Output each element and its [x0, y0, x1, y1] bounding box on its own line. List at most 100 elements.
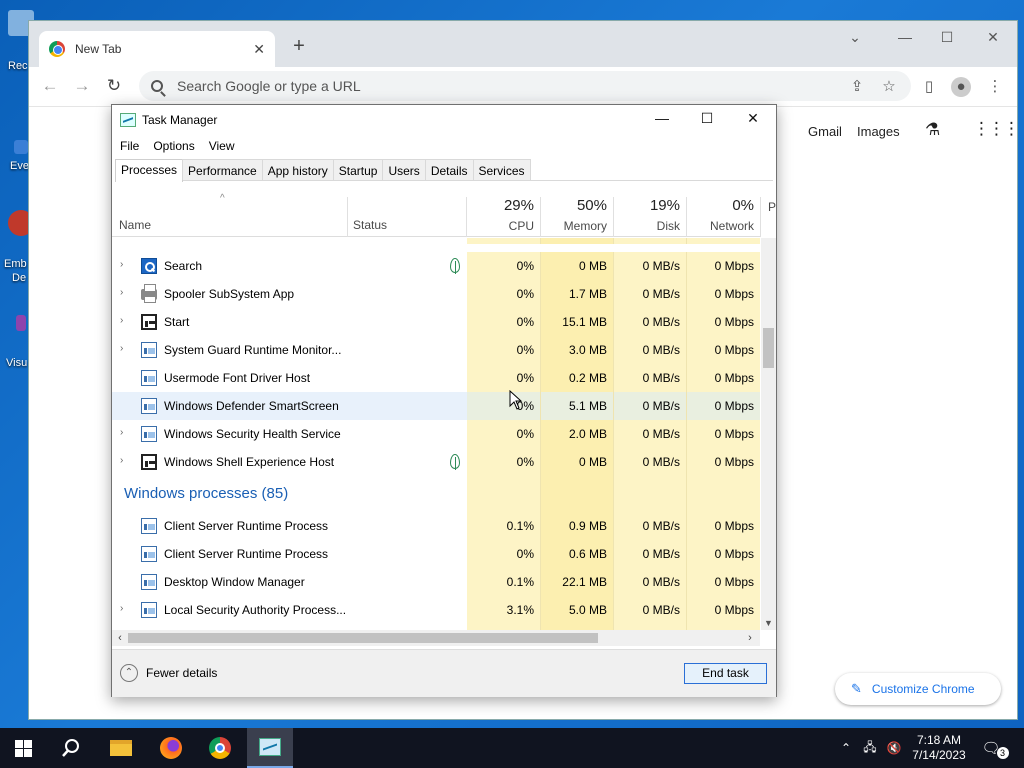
- expand-chevron-icon[interactable]: ›: [120, 455, 128, 466]
- back-icon[interactable]: ←: [37, 73, 63, 99]
- search-icon: [62, 739, 79, 757]
- minimize-icon[interactable]: —: [893, 29, 917, 45]
- search-taskbar-button[interactable]: [48, 728, 94, 768]
- network-value: 0 Mbps: [686, 308, 760, 336]
- disk-value: 0 MB/s: [613, 392, 686, 420]
- expand-chevron-icon[interactable]: ›: [120, 315, 128, 326]
- reload-icon[interactable]: ↻: [101, 73, 127, 99]
- app-window-icon: [141, 426, 157, 442]
- expand-chevron-icon[interactable]: ›: [120, 427, 128, 438]
- tab-performance[interactable]: Performance: [182, 159, 263, 180]
- menu-file[interactable]: File: [120, 139, 139, 153]
- images-link[interactable]: Images: [857, 124, 900, 139]
- group-header-windows-processes[interactable]: Windows processes (85): [112, 476, 760, 512]
- show-hidden-icons[interactable]: ⌃: [838, 728, 854, 768]
- desktop-icon-event[interactable]: Eve: [0, 130, 30, 172]
- process-name: Usermode Font Driver Host: [164, 371, 311, 385]
- desktop-icon-visual[interactable]: Visu: [0, 315, 30, 369]
- maximize-icon[interactable]: ☐: [697, 110, 717, 127]
- minimize-icon[interactable]: —: [652, 110, 672, 126]
- process-name: Local Security Authority Process...: [164, 603, 347, 617]
- new-tab-button[interactable]: +: [287, 35, 311, 58]
- process-row[interactable]: Windows Defender SmartScreen 0% 5.1 MB 0 MB…: [112, 392, 760, 420]
- horizontal-scroll-thumb[interactable]: [128, 633, 598, 643]
- firefox-icon: [160, 737, 182, 759]
- close-tab-icon[interactable]: ✕: [253, 41, 265, 58]
- profile-avatar-icon[interactable]: ●: [951, 77, 971, 97]
- expand-chevron-icon[interactable]: ›: [120, 603, 128, 614]
- process-row[interactable]: Client Server Runtime Process 0.1% 0.9 MB 0…: [112, 512, 760, 540]
- tab-users[interactable]: Users: [382, 159, 426, 180]
- process-row[interactable]: › Spooler SubSystem App 0% 1.7 MB 0 MB/s 0 Mb…: [112, 280, 760, 308]
- tab-app-history[interactable]: App history: [261, 159, 334, 180]
- bookmark-star-icon[interactable]: ☆: [879, 77, 899, 97]
- column-memory[interactable]: 50% Memory: [540, 183, 613, 237]
- chrome-titlebar: New Tab ✕ + ⌄ — ☐ ✕: [29, 21, 1017, 67]
- vertical-scrollbar[interactable]: ▼: [761, 238, 776, 630]
- firefox-button[interactable]: [148, 728, 194, 768]
- network-icon[interactable]: 🖧: [860, 728, 880, 768]
- memory-value: 3.0 MB: [540, 336, 613, 364]
- omnibox[interactable]: Search Google or type a URL: [139, 71, 911, 101]
- process-row[interactable]: › Search 0% 0 MB 0 MB/s 0 Mbps: [112, 252, 760, 280]
- process-row[interactable]: › Start 0% 15.1 MB 0 MB/s 0 Mbps: [112, 308, 760, 336]
- process-row[interactable]: › Windows Shell Experience Host 0% 0 MB 0 MB…: [112, 448, 760, 476]
- share-icon[interactable]: ⇪: [847, 77, 867, 97]
- scroll-left-icon[interactable]: ‹: [112, 630, 128, 646]
- process-row[interactable]: › System Guard Runtime Monitor... 0% 3.0 MB…: [112, 336, 760, 364]
- memory-value: 0.9 MB: [540, 512, 613, 540]
- side-panel-icon[interactable]: ▯: [919, 77, 939, 97]
- column-cpu[interactable]: 29% CPU: [467, 183, 540, 237]
- menu-view[interactable]: View: [209, 139, 235, 153]
- tab-services[interactable]: Services: [472, 159, 531, 180]
- process-row[interactable]: Desktop Window Manager 0.1% 22.1 MB 0 MB/s 0…: [112, 568, 760, 596]
- process-row[interactable]: Usermode Font Driver Host 0% 0.2 MB 0 MB/s 0…: [112, 364, 760, 392]
- scroll-right-icon[interactable]: ›: [742, 630, 758, 646]
- column-name[interactable]: Name: [119, 218, 151, 232]
- process-row[interactable]: Client Server Runtime Process 0% 0.6 MB 0 M…: [112, 540, 760, 568]
- column-disk[interactable]: 19% Disk: [613, 183, 686, 237]
- end-task-button[interactable]: End task: [684, 663, 767, 684]
- customize-chrome-button[interactable]: ✎ Customize Chrome: [835, 673, 1001, 705]
- column-status[interactable]: Status: [353, 218, 387, 232]
- vertical-scroll-thumb[interactable]: [763, 328, 774, 368]
- column-power-truncated[interactable]: P: [768, 200, 776, 214]
- disk-value: 0 MB/s: [613, 336, 686, 364]
- clock[interactable]: 7:18 AM 7/14/2023: [905, 733, 973, 763]
- process-row[interactable]: › Local Security Authority Process... 3.1%…: [112, 596, 760, 624]
- desktop-icon-recycle[interactable]: Rec: [0, 10, 34, 72]
- tab-details[interactable]: Details: [424, 159, 474, 180]
- fewer-details-link[interactable]: ⌃ Fewer details: [120, 664, 217, 682]
- column-network[interactable]: 0% Network: [686, 183, 760, 237]
- tab-processes[interactable]: Processes: [115, 159, 184, 182]
- scroll-down-icon[interactable]: ▼: [761, 618, 776, 628]
- cpu-value: 0.1%: [467, 568, 540, 596]
- process-name: Windows Defender SmartScreen: [164, 399, 339, 413]
- chrome-tab-new-tab[interactable]: New Tab ✕: [39, 31, 275, 67]
- forward-icon[interactable]: →: [69, 73, 95, 99]
- network-value: 0 Mbps: [686, 252, 760, 280]
- tab-search-icon[interactable]: ⌄: [843, 29, 867, 46]
- maximize-icon[interactable]: ☐: [935, 29, 959, 46]
- file-explorer-button[interactable]: [98, 728, 144, 768]
- labs-flask-icon[interactable]: ⚗: [925, 120, 940, 140]
- desktop-icon-embedded[interactable]: Emb De: [0, 210, 34, 284]
- expand-chevron-icon[interactable]: ›: [120, 259, 128, 270]
- notification-center-icon[interactable]: 🗨 3: [980, 728, 1010, 768]
- chrome-taskbar-button[interactable]: [197, 728, 243, 768]
- close-icon[interactable]: ✕: [743, 110, 763, 127]
- memory-value: 0 MB: [540, 252, 613, 280]
- volume-muted-icon[interactable]: 🔇: [884, 728, 904, 768]
- expand-chevron-icon[interactable]: ›: [120, 343, 128, 354]
- expand-chevron-icon[interactable]: ›: [120, 287, 128, 298]
- chrome-menu-icon[interactable]: ⋮: [985, 77, 1005, 97]
- close-window-icon[interactable]: ✕: [981, 29, 1005, 46]
- gmail-link[interactable]: Gmail: [808, 124, 842, 139]
- horizontal-scrollbar[interactable]: ‹ ›: [112, 630, 760, 646]
- process-row[interactable]: › Windows Security Health Service 0% 2.0 MB…: [112, 420, 760, 448]
- menu-options[interactable]: Options: [153, 139, 194, 153]
- task-manager-taskbar-button[interactable]: [247, 728, 293, 768]
- start-button[interactable]: [0, 728, 46, 768]
- tab-startup[interactable]: Startup: [332, 159, 384, 180]
- apps-grid-icon[interactable]: ⋮⋮⋮: [973, 119, 1020, 139]
